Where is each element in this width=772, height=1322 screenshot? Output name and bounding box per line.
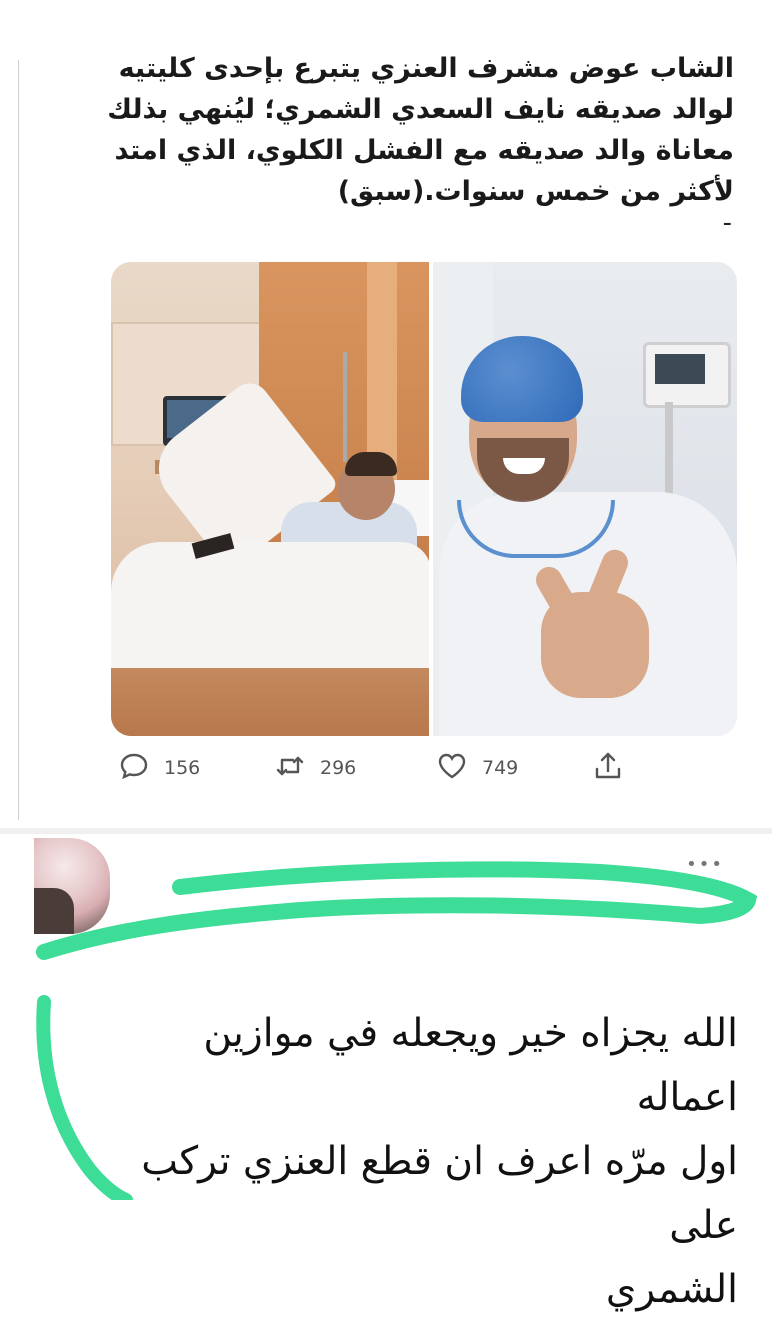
more-options-icon[interactable]: ••• <box>686 854 724 875</box>
patient-hair <box>345 452 397 476</box>
left-rule <box>18 60 19 820</box>
reply-button[interactable]: 156 <box>118 750 200 787</box>
like-count: 749 <box>482 757 519 779</box>
reply-icon <box>118 750 150 787</box>
share-button[interactable] <box>592 750 624 787</box>
avatar[interactable] <box>34 838 110 934</box>
donor-hand <box>541 592 649 698</box>
photo-donor-selfie[interactable] <box>433 262 737 736</box>
tweet-media[interactable] <box>111 262 737 736</box>
iv-pole <box>343 352 347 462</box>
reply-count: 156 <box>164 757 201 779</box>
heart-icon <box>436 750 468 787</box>
highlighter-stroke-top <box>36 861 758 960</box>
tweet-trailing-mark: - <box>722 208 732 238</box>
comment-line-3: الشمري <box>605 1267 738 1312</box>
retweet-button[interactable]: 296 <box>274 750 356 787</box>
like-button[interactable]: 749 <box>436 750 518 787</box>
floor <box>111 668 429 736</box>
equipment-screen <box>655 354 705 384</box>
avatar-shade <box>34 888 74 934</box>
comment-line-1: الله يجزاه خير ويجعله في موازين اعماله <box>203 1011 738 1120</box>
comment-line-2: اول مرّه اعرف ان قطع العنزي تركب على <box>141 1139 738 1248</box>
retweet-count: 296 <box>320 757 357 779</box>
section-divider <box>0 828 772 834</box>
retweet-icon <box>274 750 306 787</box>
share-icon <box>592 750 624 787</box>
comment-text: الله يجزاه خير ويجعله في موازين اعماله ا… <box>98 1002 738 1322</box>
tweet-actions: 156 296 749 <box>118 748 638 788</box>
tweet-text: الشاب عوض مشرف العنزي يتبرع بإحدى كليتيه… <box>107 53 734 207</box>
photo-patient-bed[interactable] <box>111 262 429 736</box>
